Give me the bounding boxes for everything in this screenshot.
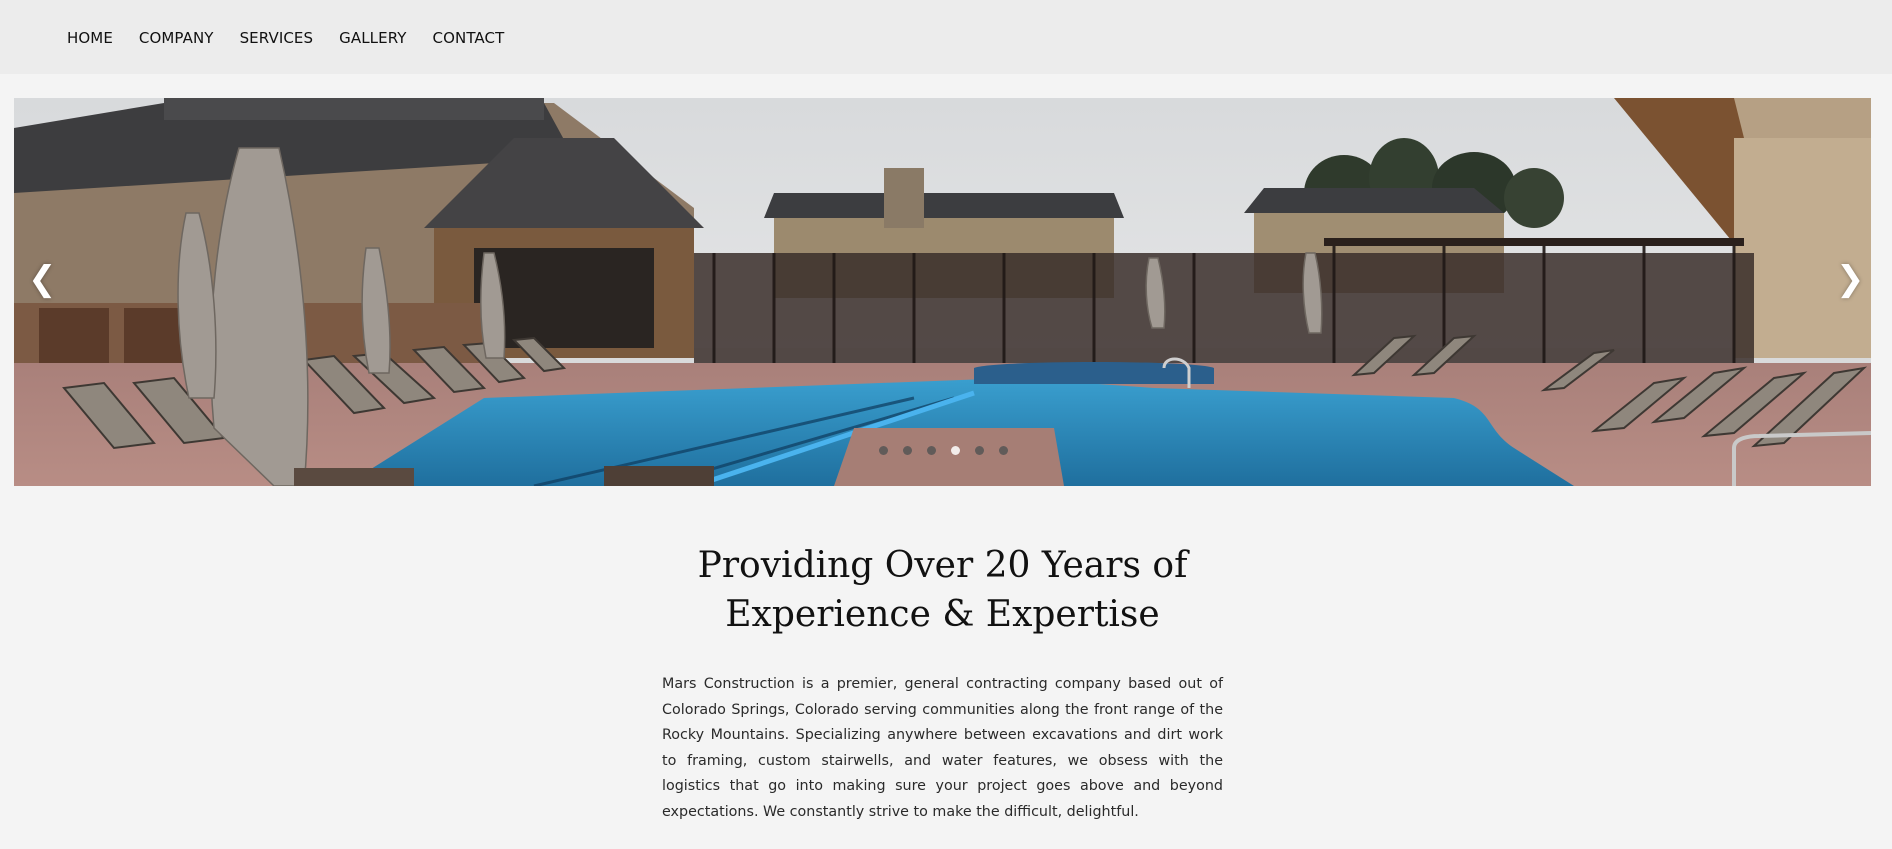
page-headline: Providing Over 20 Years of Experience & … (640, 541, 1245, 639)
company-intro-paragraph: Mars Construction is a premier, general … (662, 676, 1223, 820)
slider-dot-3[interactable] (927, 446, 936, 455)
nav-item-services[interactable]: SERVICES (240, 29, 314, 47)
slider-dot-4[interactable] (951, 446, 960, 455)
nav-item-gallery[interactable]: GALLERY (339, 29, 406, 47)
hero-slider: ❮ ❯ (14, 98, 1871, 486)
headline-line-2: Experience & Expertise (725, 594, 1160, 635)
nav-item-home[interactable]: HOME (67, 29, 113, 47)
nav-item-contact[interactable]: CONTACT (433, 29, 505, 47)
nav-item-company[interactable]: COMPANY (139, 29, 214, 47)
slider-dot-1[interactable] (879, 446, 888, 455)
slide-image (14, 98, 1871, 486)
slider-dot-2[interactable] (903, 446, 912, 455)
slider-prev-arrow[interactable]: ❮ (28, 262, 57, 296)
main-nav: HOME COMPANY SERVICES GALLERY CONTACT (67, 29, 530, 47)
slider-next-arrow[interactable]: ❯ (1836, 262, 1865, 296)
slider-dot-5[interactable] (975, 446, 984, 455)
slider-dot-6[interactable] (999, 446, 1008, 455)
top-navigation-bar: HOME COMPANY SERVICES GALLERY CONTACT (0, 0, 1892, 74)
headline-line-1: Providing Over 20 Years of (697, 545, 1188, 586)
slider-pagination (879, 446, 1008, 455)
